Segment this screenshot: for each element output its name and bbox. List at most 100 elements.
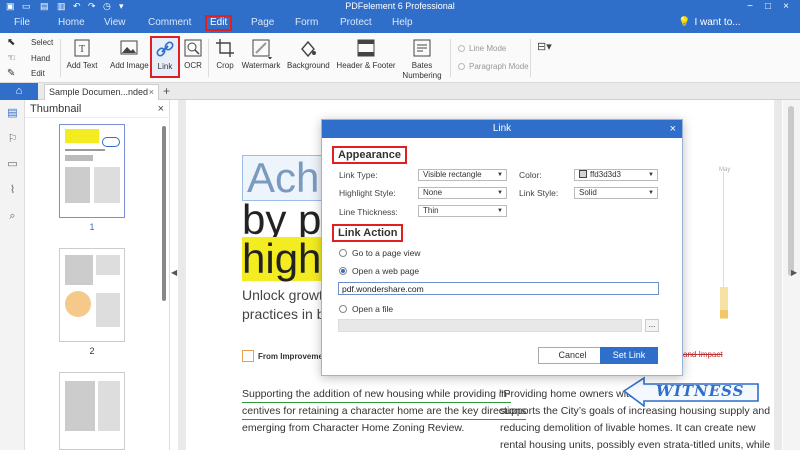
document-tab[interactable]: Sample Documen...nded × (44, 84, 159, 100)
close-tab-icon[interactable]: × (149, 85, 154, 100)
add-text-button[interactable]: T Add Text (64, 37, 100, 71)
page-thumbnail-1[interactable] (59, 124, 125, 218)
close-panel-icon[interactable]: × (158, 100, 164, 118)
section-square-icon (242, 350, 254, 362)
comment-icon[interactable]: ▭ (6, 158, 19, 171)
appearance-heading: Appearance (332, 146, 407, 164)
header-footer-button[interactable]: Header & Footer (336, 37, 396, 71)
dialog-title: Link (322, 120, 682, 138)
home-icon: ⌂ (15, 85, 23, 97)
search-help-label: I want to... (694, 17, 741, 28)
watermark-button[interactable]: Watermark (240, 37, 282, 71)
menu-page[interactable]: Page (251, 17, 274, 28)
background-button[interactable]: Background (287, 37, 330, 71)
align-dropdown-icon[interactable]: ⊟▾ (537, 40, 552, 53)
page-view-radio[interactable] (339, 249, 347, 257)
cancel-button[interactable]: Cancel (538, 347, 607, 364)
hand-tool[interactable]: ☜ Hand (7, 53, 51, 64)
line-mode-option[interactable]: Line Mode (458, 44, 506, 53)
header-footer-icon (355, 37, 377, 59)
attachment-icon[interactable]: ⌇ (6, 184, 19, 197)
highlight-style-select[interactable]: None ▼ (418, 187, 507, 199)
set-link-button[interactable]: Set Link (600, 347, 658, 364)
ribbon-separator (450, 39, 451, 77)
add-image-button[interactable]: Add Image (110, 37, 149, 71)
thumbnail-header: Thumbnail × (25, 100, 170, 118)
page-thumbnail-3[interactable] (59, 372, 125, 450)
document-tab-label: Sample Documen...nded (49, 87, 149, 97)
left-paragraph-line-2: centives for retaining a character home … (242, 403, 527, 420)
maximize-button[interactable]: □ (760, 0, 776, 13)
select-tool[interactable]: ⬉ Select (7, 37, 54, 48)
option-page-view[interactable]: Go to a page view (339, 248, 421, 258)
select-label: Select (31, 38, 54, 47)
line-mode-radio (458, 45, 465, 52)
menu-protect[interactable]: Protect (340, 17, 372, 28)
bates-numbering-button[interactable]: Bates Numbering (400, 37, 444, 81)
thumbnail-scrollbar[interactable] (162, 126, 166, 301)
bates-numbering-icon (411, 37, 433, 59)
menu-form[interactable]: Form (295, 17, 318, 28)
option-open-file[interactable]: Open a file (339, 304, 393, 314)
thumb-line (94, 167, 120, 203)
open-file-radio[interactable] (339, 305, 347, 313)
bookmark-icon[interactable]: ⚐ (6, 133, 19, 146)
menu-help[interactable]: Help (392, 17, 413, 28)
thumb-stamp (102, 137, 120, 147)
link-type-select[interactable]: Visible rectangle ▼ (418, 169, 507, 181)
thumb-heading-block (65, 129, 99, 143)
browse-file-button[interactable]: ... (645, 319, 659, 332)
link-icon (154, 38, 176, 60)
menu-comment[interactable]: Comment (148, 17, 191, 28)
ribbon-separator (60, 39, 61, 77)
ocr-icon (182, 37, 204, 59)
menu-home[interactable]: Home (58, 17, 85, 28)
paragraph-mode-option[interactable]: Paragraph Mode (458, 62, 529, 71)
scrollbar-thumb[interactable] (788, 106, 794, 276)
chart-bar (720, 310, 728, 318)
crop-button[interactable]: Crop (212, 37, 238, 71)
page-number-2: 2 (89, 346, 95, 356)
thumbnail-icon[interactable]: ▤ (6, 107, 19, 120)
chart-month-label: May (719, 167, 731, 173)
url-input[interactable] (338, 282, 659, 295)
page-number-1: 1 (89, 222, 95, 232)
hand-label: Hand (31, 54, 51, 63)
edit-label: Edit (31, 69, 45, 78)
svg-text:T: T (79, 44, 85, 55)
search-icon[interactable]: ⌕ (6, 210, 19, 223)
highlight-style-label: Highlight Style: (339, 188, 396, 198)
page-thumbnail-2[interactable] (59, 248, 125, 342)
impact-label: and Impact (683, 350, 723, 359)
search-help[interactable]: 💡 I want to... (678, 17, 741, 28)
thumb-line (96, 255, 120, 275)
link-style-select[interactable]: Solid ▼ (574, 187, 658, 199)
color-select[interactable]: ffd3d3d3 ▼ (574, 169, 658, 181)
web-page-radio[interactable] (339, 267, 347, 275)
left-sidebar: ▤ ⚐ ▭ ⌇ ⌕ (0, 100, 25, 450)
title-bar: ▣ ▭ ▤ ▥ ↶ ↷ ◷ ▾ PDFelement 6 Professiona… (0, 0, 800, 13)
close-window-button[interactable]: × (778, 0, 794, 13)
collapse-left-arrow-icon[interactable]: ◀ (171, 268, 177, 277)
option-web-page[interactable]: Open a web page (339, 266, 419, 276)
line-thickness-select[interactable]: Thin ▼ (418, 205, 507, 217)
home-tab[interactable]: ⌂ (0, 83, 38, 100)
link-style-label: Link Style: (519, 188, 559, 198)
chart-axis-line (723, 172, 724, 287)
collapse-right-arrow-icon[interactable]: ▶ (791, 268, 797, 277)
menu-file[interactable]: File (14, 17, 30, 28)
menu-edit[interactable]: Edit (205, 15, 233, 31)
menu-view[interactable]: View (104, 17, 126, 28)
thumb-line (65, 155, 93, 161)
thumb-line (98, 381, 120, 431)
dialog-close-button[interactable]: × (670, 120, 676, 138)
ocr-button[interactable]: OCR (181, 37, 205, 71)
edit-tool[interactable]: ✎ Edit (7, 68, 45, 79)
link-button[interactable]: Link (150, 36, 180, 78)
left-paragraph-line-3: emerging from Character Home Zoning Revi… (242, 422, 465, 434)
new-tab-button[interactable]: + (163, 84, 170, 98)
right-paragraph-line-3: reducing demolition of livable homes. It… (500, 422, 756, 434)
left-paragraph-line-1: Supporting the addition of new housing w… (242, 386, 511, 403)
minimize-button[interactable]: − (742, 0, 758, 13)
link-action-heading: Link Action (332, 224, 404, 242)
